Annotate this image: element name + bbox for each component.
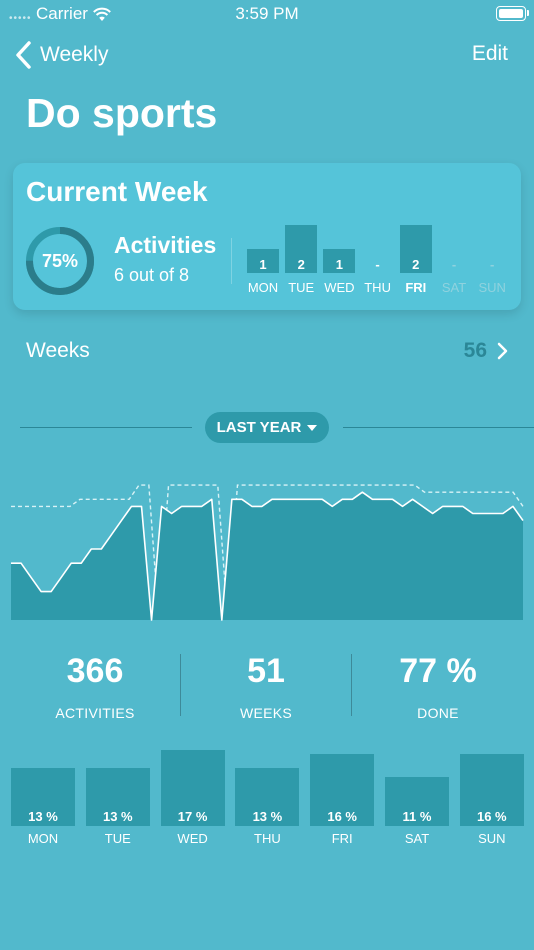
activities-title: Activities [114, 232, 217, 258]
distribution-column-sat: 11 % SAT [385, 740, 449, 850]
distribution-value: 13 % [28, 809, 58, 824]
distribution-label: TUE [104, 831, 131, 846]
stat-label: WEEKS [239, 705, 293, 721]
edit-button[interactable]: Edit [472, 42, 508, 66]
progress-percent: 75% [41, 251, 79, 271]
battery-icon [496, 6, 526, 21]
distribution-label: MON [27, 831, 59, 846]
stat-divider [351, 654, 352, 716]
distribution-column-tue: 13 % TUE [85, 740, 150, 850]
stat-activities: 366 ACTIVITIES [10, 652, 180, 721]
distribution-column-fri: 16 % FRI [310, 740, 375, 850]
distribution-column-thu: 13 % THU [235, 740, 300, 850]
distribution-value: 16 % [327, 809, 357, 824]
weeks-count: 56 [463, 339, 487, 362]
card-divider [231, 238, 232, 284]
stat-value: 51 [247, 652, 285, 690]
back-button[interactable]: Weekly [14, 38, 108, 72]
stat-done: 77 % DONE [353, 652, 523, 721]
stat-weeks: 51 WEEKS [181, 652, 351, 721]
current-week-card: Current Week 75% Activities 6 out of 8 1… [13, 163, 521, 310]
day-label: SUN [478, 280, 506, 295]
distribution-label: FRI [331, 831, 353, 846]
distribution-column-sun: 16 % SUN [459, 740, 524, 850]
range-label: LAST YEAR [216, 419, 302, 436]
distribution-column-mon: 13 % MON [11, 740, 75, 850]
chevron-right-icon[interactable] [496, 342, 508, 360]
range-selector-button[interactable]: LAST YEAR [205, 412, 329, 443]
distribution-value: 11 % [402, 809, 432, 824]
distribution-value: 16 % [476, 809, 507, 824]
distribution-label: WED [177, 831, 208, 846]
weeks-label[interactable]: Weeks [26, 339, 90, 363]
battery-tip [527, 10, 529, 16]
distribution-column-wed: 17 % WED [160, 740, 225, 850]
page-title: Do sports [26, 90, 218, 136]
distribution-label: SAT [404, 831, 430, 846]
day-value: 1 [335, 257, 343, 272]
history-area-chart [11, 484, 524, 621]
stat-label: ACTIVITIES [55, 705, 135, 721]
day-value: - [490, 257, 495, 272]
status-time: 3:59 PM [235, 4, 299, 23]
distribution-value: 13 % [252, 809, 283, 824]
caret-down-icon [307, 425, 318, 432]
stat-divider [180, 654, 181, 716]
distribution-label: SUN [478, 831, 506, 846]
stat-value: 366 [66, 652, 124, 690]
distribution-label: THU [254, 831, 281, 846]
card-title: Current Week [26, 176, 208, 207]
back-label: Weekly [40, 43, 109, 66]
day-value: - [451, 257, 457, 272]
day-column-sun: - SUN [474, 223, 514, 303]
range-divider-right [343, 427, 534, 428]
activity-area [11, 492, 523, 620]
status-bar: ••••• Carrier 3:59 PM [0, 0, 534, 28]
activities-count: 6 out of 8 [114, 265, 190, 285]
day-value: - [375, 257, 380, 272]
day-value: 1 [259, 257, 267, 272]
day-value: 2 [412, 257, 420, 272]
day-value: 2 [297, 257, 305, 272]
stat-label: DONE [417, 705, 459, 721]
stat-value: 77 % [399, 652, 477, 690]
distribution-value: 13 % [102, 809, 133, 824]
chevron-left-icon [16, 41, 31, 69]
range-divider-left [20, 427, 192, 428]
distribution-value: 17 % [177, 809, 208, 824]
